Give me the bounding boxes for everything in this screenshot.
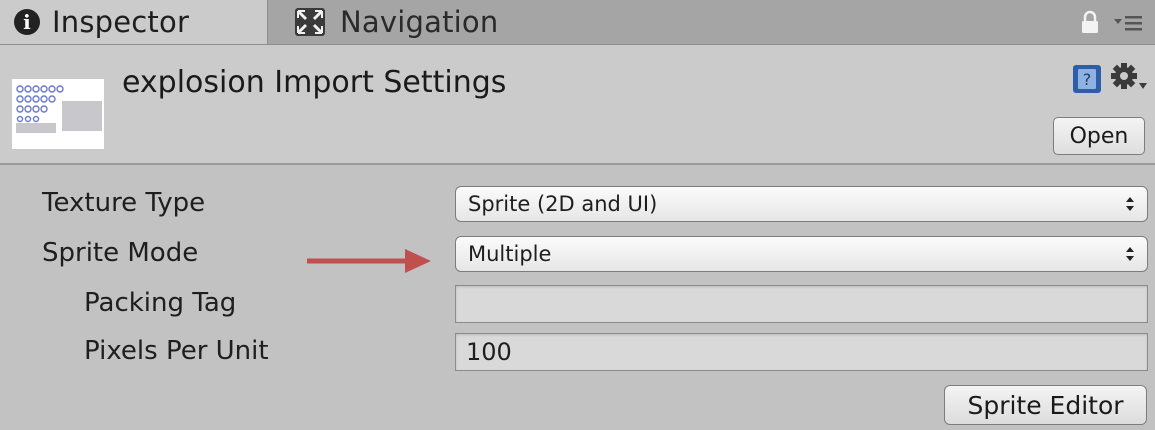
red-arrow-annotation: [307, 249, 431, 273]
texture-thumbnail: [12, 79, 104, 149]
sprite-mode-dropdown[interactable]: Multiple: [455, 236, 1148, 272]
texture-type-value: Sprite (2D and UI): [468, 192, 658, 216]
pixels-per-unit-field[interactable]: 100: [455, 333, 1148, 371]
tab-strip: i Inspector Navigation: [0, 0, 1155, 45]
pixels-per-unit-label: Pixels Per Unit: [84, 336, 269, 366]
svg-text:?: ?: [1083, 70, 1092, 89]
packing-tag-label: Packing Tag: [84, 288, 237, 318]
help-book-icon[interactable]: ?: [1071, 63, 1103, 95]
dropdown-arrows-icon: [1126, 197, 1134, 211]
page-title: explosion Import Settings: [122, 65, 507, 100]
import-settings-header: explosion Import Settings ? Open: [0, 45, 1155, 165]
tab-inspector-label: Inspector: [52, 5, 190, 39]
packing-tag-field[interactable]: [455, 285, 1148, 323]
sprite-editor-button[interactable]: Sprite Editor: [944, 385, 1147, 425]
lock-icon[interactable]: [1081, 10, 1099, 34]
sprite-mode-label: Sprite Mode: [42, 238, 199, 268]
texture-type-label: Texture Type: [42, 188, 206, 218]
gear-icon[interactable]: [1109, 61, 1149, 95]
tab-inspector[interactable]: i Inspector: [0, 0, 268, 44]
texture-type-dropdown[interactable]: Sprite (2D and UI): [455, 186, 1148, 222]
tab-navigation-label: Navigation: [340, 5, 499, 39]
navigation-icon: [295, 8, 325, 36]
tab-menu-icon[interactable]: [1113, 13, 1143, 33]
open-button[interactable]: Open: [1053, 117, 1145, 155]
sprite-mode-value: Multiple: [468, 242, 552, 266]
tab-navigation[interactable]: Navigation: [268, 0, 508, 44]
info-icon: i: [14, 9, 40, 35]
dropdown-arrows-icon: [1126, 247, 1134, 261]
